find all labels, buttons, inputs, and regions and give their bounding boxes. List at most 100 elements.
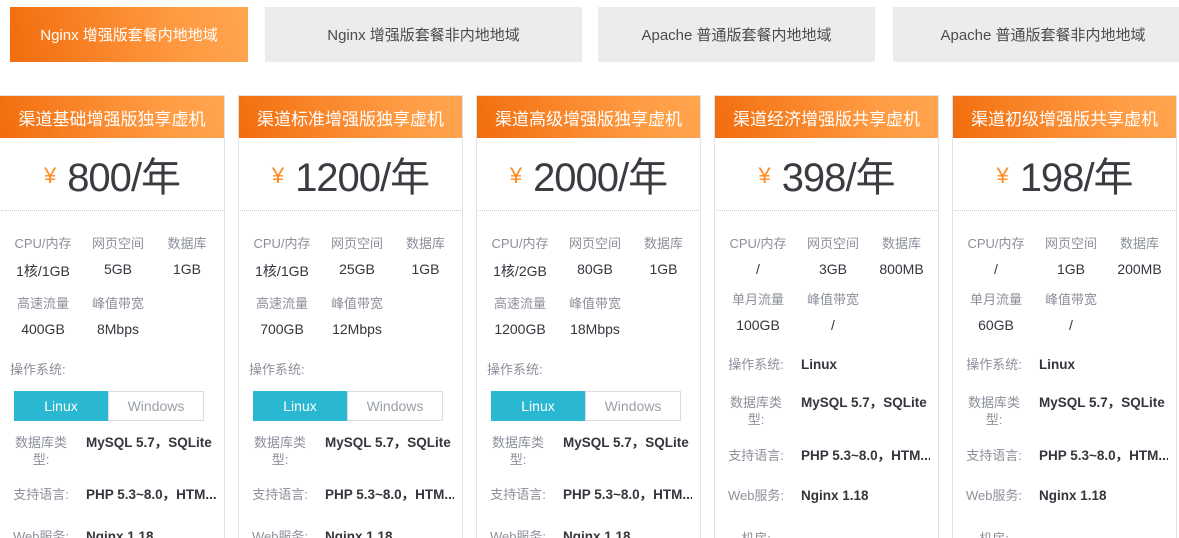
plan-card-advanced: 渠道高级增强版独享虚机 ¥ 2000/年 CPU/内存1核/2GB 网页空间80… — [476, 95, 701, 538]
spec-webspace: 网页空间80GB — [555, 233, 635, 281]
detail-row-db-type: 数据库类型:MySQL 5.7，SQLite — [723, 394, 930, 428]
spec-webspace: 网页空间3GB — [793, 233, 873, 277]
spec-database: 数据库1GB — [635, 233, 692, 281]
spec-cpu: CPU/内存1核/1GB — [8, 233, 78, 281]
spec-bandwidth: 峰值带宽/ — [793, 289, 873, 333]
detail-row-db-type: 数据库类型:MySQL 5.7，SQLite — [8, 434, 216, 468]
spec-webspace: 网页空间5GB — [78, 233, 158, 281]
price-number: 1200 — [295, 156, 380, 200]
spec-grid: CPU/内存1核/2GB 网页空间80GB 数据库1GB 高速流量1200GB … — [477, 211, 700, 349]
detail-list: 操作系统:Linux 数据库类型:MySQL 5.7，SQLite 支持语言:P… — [715, 356, 938, 538]
detail-row-db-type: 数据库类型:MySQL 5.7，SQLite — [961, 394, 1168, 428]
spec-cpu: CPU/内存1核/1GB — [247, 233, 317, 281]
price-suffix: /年 — [380, 156, 429, 200]
currency-symbol: ¥ — [272, 163, 284, 189]
detail-row-datacenter: 机房: — [723, 530, 930, 538]
plan-title: 渠道高级增强版独享虚机 — [477, 96, 700, 138]
detail-row-webserver: Web服务:Nginx 1.18 — [247, 528, 454, 538]
plan-title: 渠道初级增强版共享虚机 — [953, 96, 1176, 138]
plan-cards-row: 渠道基础增强版独享虚机 ¥ 800/年 CPU/内存1核/1GB 网页空间5GB… — [0, 95, 1179, 538]
os-option-windows[interactable]: Windows — [347, 391, 443, 421]
os-toggle: Linux Windows — [253, 391, 443, 421]
plan-title: 渠道基础增强版独享虚机 — [0, 96, 224, 138]
price-suffix: /年 — [845, 156, 894, 200]
detail-row-os: 操作系统:Linux — [723, 356, 930, 373]
detail-row-webserver: Web服务:Nginx 1.18 — [8, 528, 216, 538]
price-amount: 198/年 — [1020, 145, 1133, 203]
detail-row-languages: 支持语言:PHP 5.3~8.0，HTM... — [723, 447, 930, 464]
spec-bandwidth: 峰值带宽8Mbps — [78, 293, 158, 337]
plan-card-starter: 渠道初级增强版共享虚机 ¥ 198/年 CPU/内存/ 网页空间1GB 数据库2… — [952, 95, 1177, 538]
spec-bandwidth: 峰值带宽12Mbps — [317, 293, 397, 337]
spec-traffic: 高速流量400GB — [8, 293, 78, 337]
spec-traffic: 单月流量100GB — [723, 289, 793, 333]
os-label: 操作系统: — [10, 359, 216, 378]
spec-grid: CPU/内存/ 网页空间1GB 数据库200MB 单月流量60GB 峰值带宽/ — [953, 211, 1176, 345]
plan-price: ¥ 398/年 — [716, 138, 937, 211]
currency-symbol: ¥ — [758, 163, 770, 189]
plan-title: 渠道经济增强版共享虚机 — [715, 96, 938, 138]
os-toggle: Linux Windows — [491, 391, 681, 421]
spec-grid: CPU/内存1核/1GB 网页空间25GB 数据库1GB 高速流量700GB 峰… — [239, 211, 462, 349]
spec-traffic: 单月流量60GB — [961, 289, 1031, 333]
spec-database: 数据库200MB — [1111, 233, 1168, 277]
detail-row-db-type: 数据库类型:MySQL 5.7，SQLite — [247, 434, 454, 468]
spec-webspace: 网页空间25GB — [317, 233, 397, 281]
spec-database: 数据库800MB — [873, 233, 930, 277]
detail-row-languages: 支持语言:PHP 5.3~8.0，HTM... — [8, 486, 216, 503]
spec-webspace: 网页空间1GB — [1031, 233, 1111, 277]
plan-price: ¥ 198/年 — [954, 138, 1175, 211]
spec-cpu: CPU/内存1核/2GB — [485, 233, 555, 281]
price-suffix: /年 — [1083, 156, 1132, 200]
plan-card-standard: 渠道标准增强版独享虚机 ¥ 1200/年 CPU/内存1核/1GB 网页空间25… — [238, 95, 463, 538]
price-number: 398 — [782, 156, 846, 200]
spec-traffic: 高速流量700GB — [247, 293, 317, 337]
detail-list: 操作系统: Linux Windows 数据库类型:MySQL 5.7，SQLi… — [0, 359, 224, 538]
spec-cpu: CPU/内存/ — [723, 233, 793, 277]
plan-tabs: Nginx 增强版套餐内地地域 Nginx 增强版套餐非内地地域 Apache … — [10, 0, 1179, 62]
price-amount: 1200/年 — [295, 145, 429, 203]
tab-apache-basic-non-mainland[interactable]: Apache 普通版套餐非内地地域 — [893, 7, 1179, 62]
price-amount: 800/年 — [67, 145, 180, 203]
detail-row-languages: 支持语言:PHP 5.3~8.0，HTM... — [485, 486, 692, 503]
detail-row-datacenter: 机房: — [961, 530, 1168, 538]
detail-row-languages: 支持语言:PHP 5.3~8.0，HTM... — [247, 486, 454, 503]
price-number: 800 — [67, 156, 131, 200]
detail-row-languages: 支持语言:PHP 5.3~8.0，HTM... — [961, 447, 1168, 464]
plan-price: ¥ 1200/年 — [240, 138, 461, 211]
plan-price: ¥ 2000/年 — [478, 138, 699, 211]
spec-database: 数据库1GB — [397, 233, 454, 281]
spec-database: 数据库1GB — [158, 233, 216, 281]
tab-apache-basic-mainland[interactable]: Apache 普通版套餐内地地域 — [598, 7, 875, 62]
price-suffix: /年 — [131, 156, 180, 200]
spec-grid: CPU/内存/ 网页空间3GB 数据库800MB 单月流量100GB 峰值带宽/ — [715, 211, 938, 345]
spec-cpu: CPU/内存/ — [961, 233, 1031, 277]
plan-card-basic: 渠道基础增强版独享虚机 ¥ 800/年 CPU/内存1核/1GB 网页空间5GB… — [0, 95, 225, 538]
spec-traffic: 高速流量1200GB — [485, 293, 555, 337]
spec-grid: CPU/内存1核/1GB 网页空间5GB 数据库1GB 高速流量400GB 峰值… — [0, 211, 224, 349]
detail-list: 操作系统:Linux 数据库类型:MySQL 5.7，SQLite 支持语言:P… — [953, 356, 1176, 538]
detail-row-webserver: Web服务:Nginx 1.18 — [723, 487, 930, 504]
detail-row-db-type: 数据库类型:MySQL 5.7，SQLite — [485, 434, 692, 468]
price-amount: 398/年 — [782, 145, 895, 203]
plan-price: ¥ 800/年 — [1, 138, 223, 211]
os-option-linux[interactable]: Linux — [14, 391, 108, 421]
currency-symbol: ¥ — [44, 163, 56, 189]
price-amount: 2000/年 — [533, 145, 667, 203]
spec-bandwidth: 峰值带宽/ — [1031, 289, 1111, 333]
detail-row-webserver: Web服务:Nginx 1.18 — [961, 487, 1168, 504]
os-option-linux[interactable]: Linux — [253, 391, 347, 421]
os-option-windows[interactable]: Windows — [108, 391, 204, 421]
price-number: 198 — [1020, 156, 1084, 200]
tab-nginx-enhanced-non-mainland[interactable]: Nginx 增强版套餐非内地地域 — [265, 7, 582, 62]
os-option-windows[interactable]: Windows — [585, 391, 681, 421]
os-option-linux[interactable]: Linux — [491, 391, 585, 421]
currency-symbol: ¥ — [996, 163, 1008, 189]
os-toggle: Linux Windows — [14, 391, 204, 421]
plan-card-economy: 渠道经济增强版共享虚机 ¥ 398/年 CPU/内存/ 网页空间3GB 数据库8… — [714, 95, 939, 538]
price-suffix: /年 — [618, 156, 667, 200]
currency-symbol: ¥ — [510, 163, 522, 189]
tab-nginx-enhanced-mainland[interactable]: Nginx 增强版套餐内地地域 — [10, 7, 248, 62]
detail-list: 操作系统: Linux Windows 数据库类型:MySQL 5.7，SQLi… — [477, 359, 700, 538]
price-number: 2000 — [533, 156, 618, 200]
